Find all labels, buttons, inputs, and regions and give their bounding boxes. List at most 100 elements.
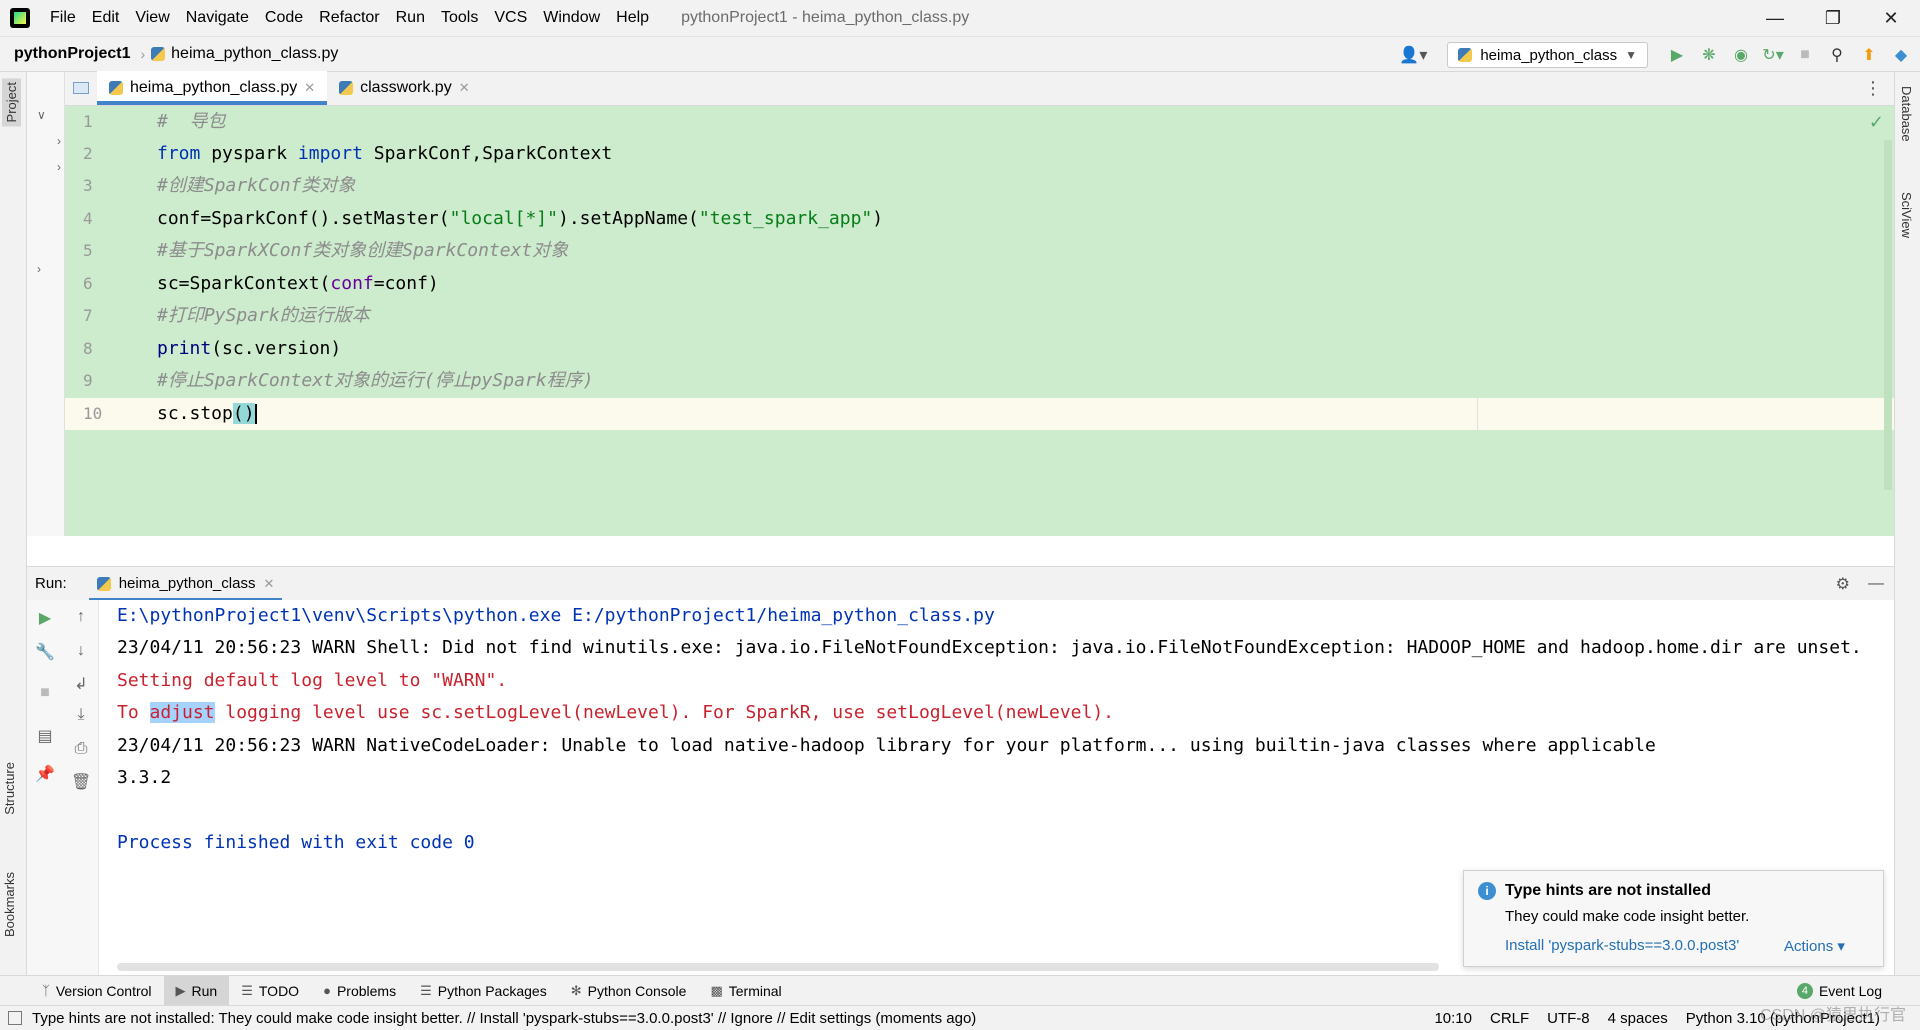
tab-todo[interactable]: ☰ TODO <box>229 976 311 1006</box>
tab-classwork[interactable]: classwork.py ✕ <box>327 71 481 105</box>
breadcrumb-project[interactable]: pythonProject1 <box>0 45 130 63</box>
close-window-icon[interactable]: ✕ <box>1862 0 1920 36</box>
menu-edit[interactable]: Edit <box>84 0 128 36</box>
run-toolbar-secondary: ↑ ↓ ↲ ⤓ ⎙ 🗑 <box>63 600 99 975</box>
menu-refactor[interactable]: Refactor <box>311 0 387 36</box>
coverage-icon[interactable]: ◉ <box>1730 44 1752 66</box>
close-tab-icon[interactable]: ✕ <box>459 80 470 96</box>
tab-python-packages[interactable]: ☰ Python Packages <box>408 976 559 1006</box>
run-icon: ▶ <box>175 982 186 998</box>
project-tool-tab[interactable]: Project <box>2 78 21 127</box>
tab-version-control[interactable]: ᛉ Version Control <box>30 976 164 1006</box>
menu-help[interactable]: Help <box>608 0 657 36</box>
collapse-icon[interactable]: ∨ <box>37 108 46 122</box>
trash-icon[interactable]: 🗑 <box>71 772 91 792</box>
window-title: pythonProject1 - heima_python_class.py <box>681 9 970 26</box>
file-encoding[interactable]: UTF-8 <box>1547 1010 1590 1027</box>
tree-expand-icon[interactable]: › <box>37 262 41 276</box>
menu-navigate[interactable]: Navigate <box>178 0 257 36</box>
gear-icon[interactable]: ⚙ <box>1836 574 1850 594</box>
right-tool-strip: Database SciView <box>1894 72 1920 975</box>
layers-icon: ☰ <box>420 982 432 998</box>
minimize-icon[interactable]: — <box>1746 0 1804 36</box>
database-tool-tab[interactable]: Database <box>1899 86 1914 142</box>
toggle-tool-windows-icon[interactable] <box>8 1011 22 1025</box>
terminal-icon: ▩ <box>710 982 723 998</box>
bookmarks-tool-tab[interactable]: Bookmarks <box>2 872 17 937</box>
tree-expand-icon[interactable]: › <box>57 160 61 174</box>
editor-scroll-stripe[interactable] <box>1884 140 1892 490</box>
left-tool-strip: Project Structure Bookmarks <box>0 72 27 975</box>
line-number: 1 <box>83 112 93 131</box>
run-header-actions: ⚙ — <box>1836 567 1884 601</box>
run-toolbar-primary: ▶ 🔧 ■ ▤ 📌 <box>27 600 63 975</box>
menu-run[interactable]: Run <box>388 0 433 36</box>
python-file-icon <box>109 81 123 95</box>
pin-icon[interactable]: 📌 <box>35 764 55 784</box>
code-line-1: # 导包 <box>157 111 226 132</box>
run-icon[interactable]: ▶ <box>1666 44 1688 66</box>
update-icon[interactable]: ⬆ <box>1858 44 1880 66</box>
console-line: 23/04/11 20:56:23 WARN NativeCodeLoader:… <box>117 735 1656 756</box>
wrench-icon[interactable]: 🔧 <box>35 642 55 662</box>
layout-icon[interactable]: ▤ <box>35 726 55 746</box>
console-line: E:\pythonProject1\venv\Scripts\python.ex… <box>117 605 995 626</box>
user-account-icon[interactable]: 👤▾ <box>1399 45 1427 65</box>
python-config-icon <box>1458 48 1473 62</box>
line-number: 5 <box>83 241 93 260</box>
stop-icon[interactable]: ■ <box>35 684 55 704</box>
info-icon: i <box>1478 882 1496 900</box>
run-tool-header: Run: heima_python_class ✕ ⚙ — <box>27 566 1894 601</box>
main-toolbar: 👤▾ heima_python_class ▼ ▶ ❋ ◉ ↻▾ ■ ⚲ ⬆ ◆ <box>1399 37 1912 73</box>
run-tab-heima-python-class[interactable]: heima_python_class ✕ <box>88 567 283 601</box>
profile-icon[interactable]: ↻▾ <box>1762 44 1784 66</box>
console-horizontal-scrollbar[interactable] <box>117 963 1439 971</box>
line-separator[interactable]: CRLF <box>1490 1010 1529 1027</box>
menu-view[interactable]: View <box>127 0 177 36</box>
tree-expand-icon[interactable]: › <box>57 134 61 148</box>
run-configuration-select[interactable]: heima_python_class ▼ <box>1447 42 1648 68</box>
tab-terminal[interactable]: ▩ Terminal <box>698 976 793 1006</box>
sciview-tool-tab[interactable]: SciView <box>1899 192 1914 238</box>
editor-panel-icon[interactable] <box>65 71 97 105</box>
menu-tools[interactable]: Tools <box>433 0 486 36</box>
notification-actions-dropdown[interactable]: Actions ▾ <box>1784 937 1845 955</box>
debug-icon[interactable]: ❋ <box>1698 44 1720 66</box>
scroll-to-end-icon[interactable]: ⤓ <box>71 706 91 726</box>
breadcrumb-file[interactable]: heima_python_class.py <box>151 45 338 63</box>
line-number: 10 <box>83 404 103 423</box>
arrow-up-icon[interactable]: ↑ <box>71 608 91 628</box>
close-tab-icon[interactable]: ✕ <box>263 576 274 592</box>
tab-problems[interactable]: ● Problems <box>311 976 408 1006</box>
right-margin-guide <box>1477 398 1478 430</box>
status-message[interactable]: Type hints are not installed: They could… <box>32 1010 976 1027</box>
more-options-icon[interactable]: ⋮ <box>1864 78 1882 99</box>
menu-window[interactable]: Window <box>535 0 608 36</box>
list-icon: ☰ <box>241 982 253 998</box>
inspection-ok-icon[interactable]: ✓ <box>1869 112 1884 133</box>
soft-wrap-icon[interactable]: ↲ <box>71 674 91 694</box>
menu-file[interactable]: File <box>42 0 84 36</box>
tab-python-console[interactable]: ✻ Python Console <box>559 976 699 1006</box>
code-line-6: sc=SparkContext(conf=conf) <box>157 273 439 294</box>
arrow-down-icon[interactable]: ↓ <box>71 642 91 662</box>
code-editor[interactable] <box>148 106 1894 536</box>
indent-setting[interactable]: 4 spaces <box>1608 1010 1668 1027</box>
menu-vcs[interactable]: VCS <box>486 0 535 36</box>
print-icon[interactable]: ⎙ <box>71 740 91 760</box>
tab-heima-python-class[interactable]: heima_python_class.py ✕ <box>97 71 328 105</box>
hide-panel-icon[interactable]: — <box>1868 575 1884 593</box>
search-icon[interactable]: ⚲ <box>1826 44 1848 66</box>
jetbrains-icon[interactable]: ◆ <box>1890 44 1912 66</box>
close-tab-icon[interactable]: ✕ <box>304 80 315 96</box>
breadcrumb-separator-icon: › <box>140 46 146 62</box>
stop-icon[interactable]: ■ <box>1794 44 1816 66</box>
restore-icon[interactable]: ❐ <box>1804 0 1862 36</box>
menu-code[interactable]: Code <box>257 0 311 36</box>
tab-run[interactable]: ▶ Run <box>163 975 230 1006</box>
caret-position[interactable]: 10:10 <box>1434 1010 1472 1027</box>
install-stubs-link[interactable]: Install 'pyspark-stubs==3.0.0.post3' <box>1505 937 1739 954</box>
structure-tool-tab[interactable]: Structure <box>2 762 17 815</box>
rerun-icon[interactable]: ▶ <box>35 608 55 628</box>
console-line: Setting default log level to "WARN". <box>117 670 508 691</box>
